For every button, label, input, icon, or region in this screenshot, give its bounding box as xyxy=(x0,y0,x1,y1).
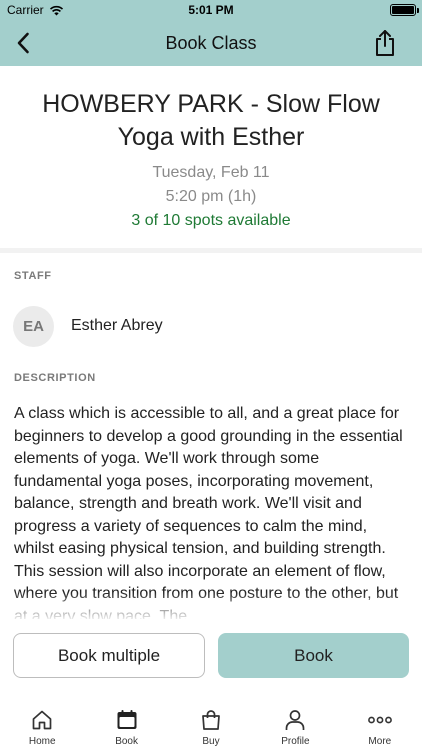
staff-member[interactable]: EA Esther Abrey xyxy=(13,305,163,347)
class-date: Tuesday, Feb 11 xyxy=(152,164,270,181)
action-bar: Book multiple Book xyxy=(0,619,422,699)
page-title: Book Class xyxy=(165,33,257,53)
book-multiple-button[interactable]: Book multiple xyxy=(13,633,205,678)
person-icon xyxy=(282,707,308,733)
class-header: HOWBERY PARK - Slow Flow Yoga with Esthe… xyxy=(0,66,422,248)
navigation-bar: Book Class xyxy=(0,20,422,66)
section-divider xyxy=(0,248,422,253)
status-time: 5:01 PM xyxy=(188,3,234,17)
calendar-icon xyxy=(114,707,140,733)
tab-more[interactable]: More xyxy=(338,699,422,750)
class-time: 5:20 pm (1h) xyxy=(165,188,257,205)
class-title: HOWBERY PARK - Slow Flow Yoga with Esthe… xyxy=(42,90,380,151)
tab-book[interactable]: Book xyxy=(84,699,168,750)
more-dots-icon xyxy=(367,707,393,733)
book-button[interactable]: Book xyxy=(218,633,409,678)
tab-home[interactable]: Home xyxy=(0,699,84,750)
tab-buy-label: Buy xyxy=(202,736,220,747)
spots-available: 3 of 10 spots available xyxy=(131,212,291,229)
shopping-bag-icon xyxy=(198,707,224,733)
staff-section-label: STAFF xyxy=(14,270,52,282)
avatar: EA xyxy=(13,305,54,347)
tab-profile-label: Profile xyxy=(281,736,310,747)
status-bar: Carrier 5:01 PM xyxy=(0,0,422,20)
share-button[interactable] xyxy=(370,27,400,59)
tab-home-label: Home xyxy=(28,736,56,747)
class-description: A class which is accessible to all, and … xyxy=(14,405,403,619)
description-section-label: DESCRIPTION xyxy=(14,372,96,384)
description-fade xyxy=(0,592,422,622)
tab-bar: Home Book Buy Profile More xyxy=(0,699,422,750)
tab-book-label: Book xyxy=(115,736,138,747)
tab-profile[interactable]: Profile xyxy=(253,699,337,750)
share-icon xyxy=(376,30,394,56)
staff-name: Esther Abrey xyxy=(71,317,163,334)
battery-icon xyxy=(390,4,419,16)
home-icon xyxy=(29,707,55,733)
tab-buy[interactable]: Buy xyxy=(169,699,253,750)
tab-more-label: More xyxy=(368,736,392,747)
